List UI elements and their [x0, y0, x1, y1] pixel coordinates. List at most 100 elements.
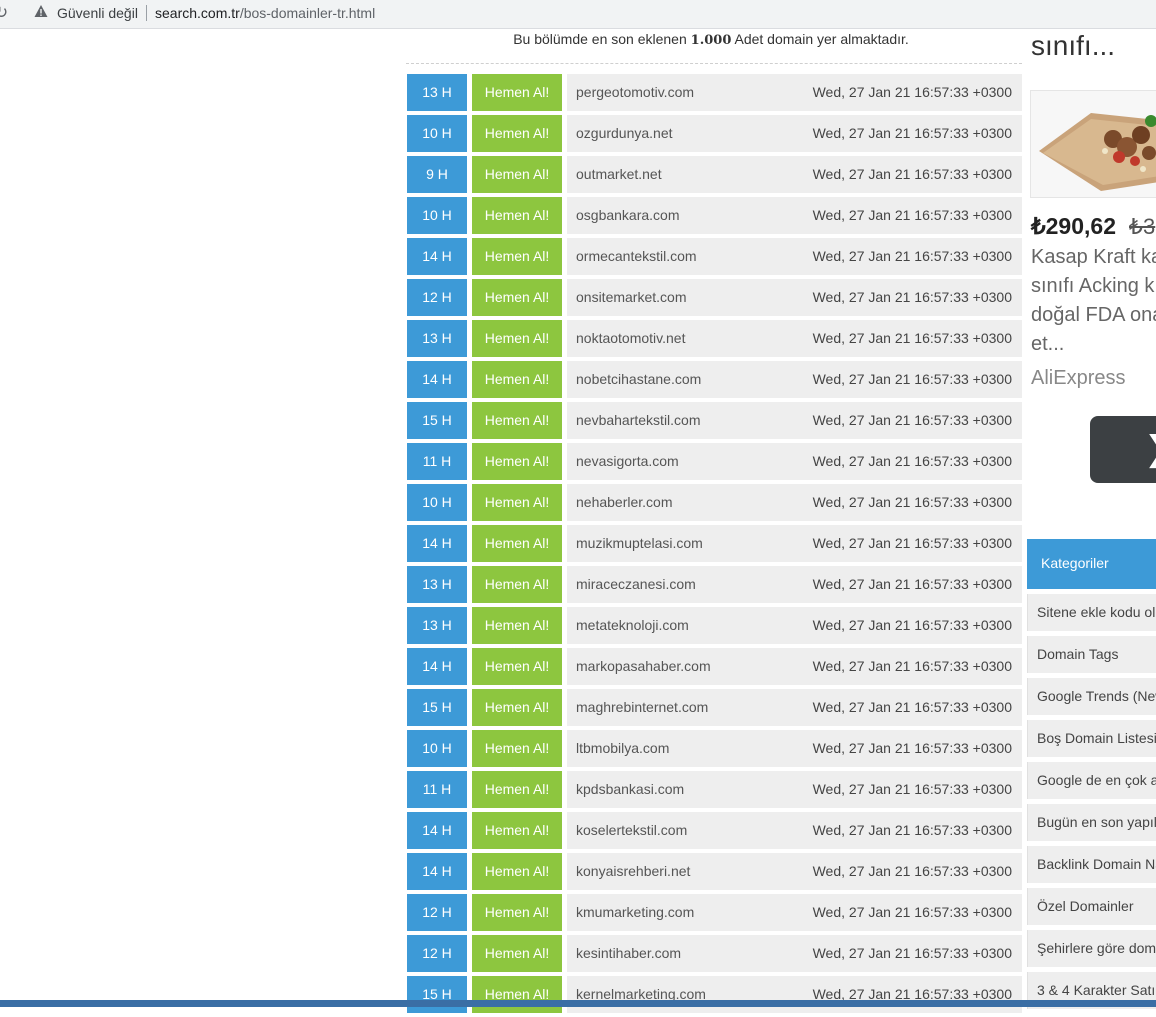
- domain-info[interactable]: kernelmarketing.com Wed, 27 Jan 21 16:57:…: [567, 976, 1022, 1013]
- buy-now-button[interactable]: Hemen Al!: [472, 197, 562, 234]
- domain-name[interactable]: kernelmarketing.com: [576, 976, 706, 1013]
- domain-date: Wed, 27 Jan 21 16:57:33 +0300: [812, 740, 1012, 756]
- ad-panel[interactable]: sınıfı... ₺290,62 ₺3 Kasap Kraft ka sını…: [1027, 30, 1156, 500]
- domain-name[interactable]: nevasigorta.com: [576, 443, 679, 480]
- category-item[interactable]: Bugün en son yapıla: [1027, 804, 1156, 841]
- domain-hours: 15 H: [407, 402, 467, 439]
- domain-date: Wed, 27 Jan 21 16:57:33 +0300: [812, 330, 1012, 346]
- buy-now-button[interactable]: Hemen Al!: [472, 607, 562, 644]
- ad-description-line: et...: [1031, 333, 1065, 355]
- ad-product-image[interactable]: [1030, 90, 1156, 198]
- buy-now-button[interactable]: Hemen Al!: [472, 484, 562, 521]
- ad-source[interactable]: AliExpress: [1031, 367, 1125, 390]
- domain-info[interactable]: osgbankara.com Wed, 27 Jan 21 16:57:33 +0…: [567, 197, 1022, 234]
- category-item[interactable]: Boş Domain Listesi: [1027, 720, 1156, 757]
- buy-now-button[interactable]: Hemen Al!: [472, 976, 562, 1013]
- buy-now-button[interactable]: Hemen Al!: [472, 320, 562, 357]
- domain-info[interactable]: metateknoloji.com Wed, 27 Jan 21 16:57:33…: [567, 607, 1022, 644]
- domain-name[interactable]: muzikmuptelasi.com: [576, 525, 703, 562]
- url-text[interactable]: search.com.tr/bos-domainler-tr.html: [155, 5, 375, 21]
- category-item[interactable]: Google de en çok a: [1027, 762, 1156, 799]
- reload-icon[interactable]: ↻: [0, 3, 8, 23]
- buy-now-button[interactable]: Hemen Al!: [472, 525, 562, 562]
- ad-title[interactable]: sınıfı...: [1031, 30, 1115, 62]
- domain-name[interactable]: konyaisrehberi.net: [576, 853, 690, 890]
- domain-date: Wed, 27 Jan 21 16:57:33 +0300: [812, 986, 1012, 1002]
- security-status[interactable]: Güvenli değil: [57, 5, 138, 21]
- category-item[interactable]: Domain Tags: [1027, 636, 1156, 673]
- buy-now-button[interactable]: Hemen Al!: [472, 156, 562, 193]
- buy-now-button[interactable]: Hemen Al!: [472, 812, 562, 849]
- domain-name[interactable]: outmarket.net: [576, 156, 662, 193]
- domain-info[interactable]: muzikmuptelasi.com Wed, 27 Jan 21 16:57:3…: [567, 525, 1022, 562]
- divider: [406, 63, 1022, 64]
- buy-now-button[interactable]: Hemen Al!: [472, 361, 562, 398]
- buy-now-button[interactable]: Hemen Al!: [472, 115, 562, 152]
- domain-name[interactable]: onsitemarket.com: [576, 279, 686, 316]
- domain-info[interactable]: nevasigorta.com Wed, 27 Jan 21 16:57:33 +…: [567, 443, 1022, 480]
- domain-info[interactable]: noktaotomotiv.net Wed, 27 Jan 21 16:57:33…: [567, 320, 1022, 357]
- category-item[interactable]: Özel Domainler: [1027, 888, 1156, 925]
- domain-info[interactable]: onsitemarket.com Wed, 27 Jan 21 16:57:33 …: [567, 279, 1022, 316]
- domain-date: Wed, 27 Jan 21 16:57:33 +0300: [812, 371, 1012, 387]
- domain-name[interactable]: ozgurdunya.net: [576, 115, 673, 152]
- domain-name[interactable]: miraceczanesi.com: [576, 566, 696, 603]
- buy-now-button[interactable]: Hemen Al!: [472, 935, 562, 972]
- domain-info[interactable]: maghrebinternet.com Wed, 27 Jan 21 16:57:…: [567, 689, 1022, 726]
- buy-now-button[interactable]: Hemen Al!: [472, 74, 562, 111]
- domain-date: Wed, 27 Jan 21 16:57:33 +0300: [812, 658, 1012, 674]
- ad-description[interactable]: Kasap Kraft ka sınıfı Acking k doğal FDA…: [1031, 243, 1156, 359]
- buy-now-button[interactable]: Hemen Al!: [472, 566, 562, 603]
- category-item[interactable]: Şehirlere göre doma: [1027, 930, 1156, 967]
- domain-name[interactable]: noktaotomotiv.net: [576, 320, 685, 357]
- buy-now-button[interactable]: Hemen Al!: [472, 402, 562, 439]
- buy-now-button[interactable]: Hemen Al!: [472, 279, 562, 316]
- domain-name[interactable]: ltbmobilya.com: [576, 730, 669, 767]
- buy-now-button[interactable]: Hemen Al!: [472, 238, 562, 275]
- buy-now-button[interactable]: Hemen Al!: [472, 443, 562, 480]
- domain-name[interactable]: metateknoloji.com: [576, 607, 689, 644]
- domain-name[interactable]: nevbahartekstil.com: [576, 402, 701, 439]
- domain-info[interactable]: koselertekstil.com Wed, 27 Jan 21 16:57:3…: [567, 812, 1022, 849]
- domain-name[interactable]: kmumarketing.com: [576, 894, 694, 931]
- domain-date: Wed, 27 Jan 21 16:57:33 +0300: [812, 822, 1012, 838]
- domain-info[interactable]: pergeotomotiv.com Wed, 27 Jan 21 16:57:33…: [567, 74, 1022, 111]
- domain-hours: 14 H: [407, 853, 467, 890]
- domain-info[interactable]: konyaisrehberi.net Wed, 27 Jan 21 16:57:3…: [567, 853, 1022, 890]
- buy-now-button[interactable]: Hemen Al!: [472, 689, 562, 726]
- domain-name[interactable]: nehaberler.com: [576, 484, 673, 521]
- buy-now-button[interactable]: Hemen Al!: [472, 771, 562, 808]
- category-item[interactable]: Google Trends (New: [1027, 678, 1156, 715]
- domain-name[interactable]: nobetcihastane.com: [576, 361, 701, 398]
- buy-now-button[interactable]: Hemen Al!: [472, 648, 562, 685]
- domain-info[interactable]: kesintihaber.com Wed, 27 Jan 21 16:57:33 …: [567, 935, 1022, 972]
- warning-icon[interactable]: [34, 4, 48, 18]
- domain-hours: 11 H: [407, 443, 467, 480]
- domain-info[interactable]: kmumarketing.com Wed, 27 Jan 21 16:57:33 …: [567, 894, 1022, 931]
- domain-info[interactable]: ormecantekstil.com Wed, 27 Jan 21 16:57:3…: [567, 238, 1022, 275]
- domain-name[interactable]: markopasahaber.com: [576, 648, 711, 685]
- domain-name[interactable]: maghrebinternet.com: [576, 689, 708, 726]
- buy-now-button[interactable]: Hemen Al!: [472, 730, 562, 767]
- domain-info[interactable]: kpdsbankasi.com Wed, 27 Jan 21 16:57:33 +…: [567, 771, 1022, 808]
- domain-info[interactable]: outmarket.net Wed, 27 Jan 21 16:57:33 +03…: [567, 156, 1022, 193]
- notice-prefix: Bu bölümde en son eklenen: [513, 31, 691, 47]
- ad-next-button[interactable]: ❯: [1090, 416, 1156, 483]
- domain-info[interactable]: miraceczanesi.com Wed, 27 Jan 21 16:57:33…: [567, 566, 1022, 603]
- category-item[interactable]: Sitene ekle kodu olu: [1027, 594, 1156, 631]
- buy-now-button[interactable]: Hemen Al!: [472, 894, 562, 931]
- domain-name[interactable]: kpdsbankasi.com: [576, 771, 684, 808]
- domain-info[interactable]: markopasahaber.com Wed, 27 Jan 21 16:57:3…: [567, 648, 1022, 685]
- domain-name[interactable]: kesintihaber.com: [576, 935, 681, 972]
- domain-info[interactable]: nevbahartekstil.com Wed, 27 Jan 21 16:57:…: [567, 402, 1022, 439]
- domain-info[interactable]: nobetcihastane.com Wed, 27 Jan 21 16:57:3…: [567, 361, 1022, 398]
- domain-name[interactable]: osgbankara.com: [576, 197, 680, 234]
- domain-info[interactable]: ozgurdunya.net Wed, 27 Jan 21 16:57:33 +0…: [567, 115, 1022, 152]
- category-item[interactable]: Backlink Domain Na: [1027, 846, 1156, 883]
- domain-name[interactable]: pergeotomotiv.com: [576, 74, 694, 111]
- buy-now-button[interactable]: Hemen Al!: [472, 853, 562, 890]
- domain-name[interactable]: koselertekstil.com: [576, 812, 687, 849]
- domain-name[interactable]: ormecantekstil.com: [576, 238, 697, 275]
- domain-info[interactable]: ltbmobilya.com Wed, 27 Jan 21 16:57:33 +0…: [567, 730, 1022, 767]
- domain-info[interactable]: nehaberler.com Wed, 27 Jan 21 16:57:33 +0…: [567, 484, 1022, 521]
